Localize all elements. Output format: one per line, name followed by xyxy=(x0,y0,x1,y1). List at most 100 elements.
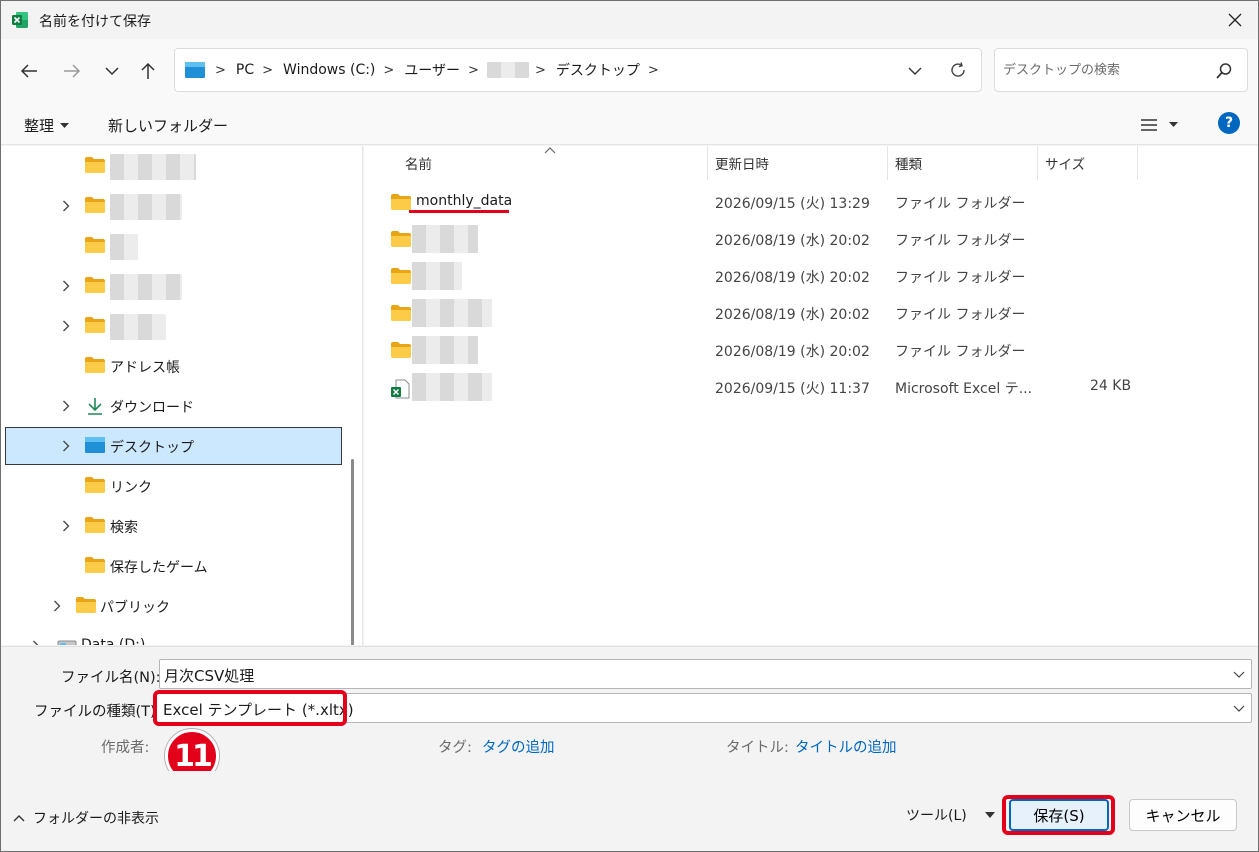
folder-icon xyxy=(85,237,105,253)
nav-tree-item[interactable]: Data (D:) xyxy=(1,626,346,645)
address-bar[interactable]: > PC > Windows (C:) > ユーザー > > デスクトップ > xyxy=(174,48,982,92)
chevron-down-icon[interactable] xyxy=(1233,703,1245,713)
recent-locations-button[interactable] xyxy=(98,57,126,85)
crumb-username-blurred[interactable] xyxy=(485,61,531,79)
close-button[interactable] xyxy=(1212,1,1258,39)
nav-tree-label: デスクトップ xyxy=(110,440,194,456)
nav-tree-item[interactable]: デスクトップ xyxy=(1,426,346,466)
search-input[interactable] xyxy=(1003,59,1203,81)
cancel-button[interactable]: キャンセル xyxy=(1129,799,1237,831)
column-divider[interactable] xyxy=(1037,146,1038,180)
author-label: 作成者: xyxy=(101,740,150,756)
folder-icon xyxy=(85,357,105,373)
folder-icon xyxy=(391,342,411,358)
chevron-right-icon[interactable]: > xyxy=(379,63,400,78)
filename-input[interactable] xyxy=(164,664,1164,686)
redacted-label xyxy=(110,234,138,260)
expand-chevron[interactable] xyxy=(59,199,73,213)
file-row[interactable]: 2026/08/19 (水) 20:02 ファイル フォルダー xyxy=(364,295,1258,332)
view-options-button[interactable] xyxy=(1141,113,1189,137)
search-icon[interactable] xyxy=(1215,62,1233,80)
nav-scrollbar[interactable] xyxy=(351,459,354,645)
nav-tree-label: アドレス帳 xyxy=(110,360,180,376)
window-title: 名前を付けて保存 xyxy=(39,14,151,30)
redacted-label xyxy=(110,274,182,300)
chevron-right-icon xyxy=(33,640,39,645)
navigation-pane[interactable]: アドレス帳ダウンロードデスクトップリンク検索保存したゲーム パブリック Data (… xyxy=(1,146,363,645)
expand-chevron[interactable] xyxy=(59,519,73,533)
folder-icon xyxy=(85,277,105,293)
crumb-windows-c[interactable]: Windows (C:) xyxy=(279,62,379,78)
redacted-file-name xyxy=(412,336,478,364)
organize-button[interactable]: 整理 xyxy=(24,115,70,136)
column-header-name[interactable]: 名前 xyxy=(405,146,432,180)
expand-chevron[interactable] xyxy=(59,279,73,293)
crumb-pc[interactable]: PC xyxy=(232,62,258,78)
nav-tree-item[interactable] xyxy=(1,186,346,226)
chevron-right-icon[interactable]: > xyxy=(464,63,485,78)
column-divider[interactable] xyxy=(1137,146,1138,180)
tags-label: タグ: xyxy=(438,740,472,756)
redacted-label xyxy=(110,194,182,220)
expand-chevron[interactable] xyxy=(59,439,73,453)
nav-tree-item[interactable] xyxy=(1,306,346,346)
help-button[interactable]: ? xyxy=(1218,112,1240,134)
filename-combobox[interactable] xyxy=(159,659,1252,689)
filetype-label: ファイルの種類(T): xyxy=(34,704,161,720)
refresh-button[interactable] xyxy=(945,57,971,83)
folder-icon xyxy=(391,268,411,284)
refresh-icon xyxy=(951,62,965,77)
folder-icon xyxy=(85,237,105,255)
column-header-type[interactable]: 種類 xyxy=(895,146,922,180)
expand-chevron[interactable] xyxy=(50,599,64,613)
crumb-desktop[interactable]: デスクトップ xyxy=(552,60,644,80)
nav-tree-item[interactable]: リンク xyxy=(1,466,346,506)
tools-button[interactable]: ツール(L) xyxy=(906,805,995,825)
nav-tree-item[interactable]: 検索 xyxy=(1,506,346,546)
file-row[interactable]: 2026/09/15 (火) 11:37 Microsoft Excel テ...… xyxy=(364,369,1258,406)
chevron-down-icon[interactable] xyxy=(1233,669,1245,679)
expand-chevron[interactable] xyxy=(59,319,73,333)
folder-icon xyxy=(391,194,411,212)
add-title-link[interactable]: タイトルの追加 xyxy=(795,736,897,757)
column-header-modified[interactable]: 更新日時 xyxy=(715,146,769,180)
nav-tree-label: 検索 xyxy=(110,520,138,536)
column-divider[interactable] xyxy=(887,146,888,180)
column-divider[interactable] xyxy=(707,146,708,180)
chevron-right-icon[interactable]: > xyxy=(644,63,665,78)
nav-tree-item[interactable]: ダウンロード xyxy=(1,386,346,426)
expand-chevron[interactable] xyxy=(59,399,73,413)
nav-tree-item[interactable]: 保存したゲーム xyxy=(1,546,346,586)
crumb-users[interactable]: ユーザー xyxy=(400,60,464,80)
nav-tree-item[interactable] xyxy=(1,146,346,186)
new-folder-button[interactable]: 新しいフォルダー xyxy=(108,115,228,136)
file-list[interactable]: 名前 更新日時 種類 サイズ monthly_data 2026/09/15 (火… xyxy=(364,146,1258,645)
nav-tree-item[interactable] xyxy=(1,226,346,266)
address-history-button[interactable] xyxy=(903,59,927,83)
nav-tree-item[interactable]: アドレス帳 xyxy=(1,346,346,386)
column-header-size[interactable]: サイズ xyxy=(1045,146,1085,180)
file-row[interactable]: 2026/08/19 (水) 20:02 ファイル フォルダー xyxy=(364,221,1258,258)
save-as-dialog: 名前を付けて保存 > PC > Windows (C:) > ユーザー > > … xyxy=(0,0,1259,852)
drive-icon xyxy=(57,637,77,645)
folder-icon xyxy=(85,277,105,295)
nav-tree-item[interactable]: パブリック xyxy=(1,586,346,626)
file-row[interactable]: 2026/08/19 (水) 20:02 ファイル フォルダー xyxy=(364,332,1258,369)
back-button[interactable] xyxy=(15,57,43,85)
add-tag-link[interactable]: タグの追加 xyxy=(482,736,555,757)
chevron-right-icon[interactable]: > xyxy=(258,63,279,78)
file-row[interactable]: monthly_data 2026/09/15 (火) 13:29 ファイル フォル… xyxy=(364,184,1258,221)
expand-chevron[interactable] xyxy=(29,639,43,645)
up-button[interactable] xyxy=(134,57,162,85)
search-box[interactable] xyxy=(994,48,1248,92)
file-row[interactable]: 2026/08/19 (水) 20:02 ファイル フォルダー xyxy=(364,258,1258,295)
hide-folders-toggle[interactable]: フォルダーの非表示 xyxy=(13,808,159,828)
chevron-right-icon[interactable]: > xyxy=(531,63,552,78)
folder-icon xyxy=(85,197,105,213)
forward-button[interactable] xyxy=(58,57,86,85)
nav-tree-item[interactable] xyxy=(1,266,346,306)
chevron-right-icon xyxy=(54,600,61,612)
folder-icon xyxy=(391,305,411,323)
highlight-underline xyxy=(409,210,509,213)
nav-tree-label: Data (D:) xyxy=(81,637,146,645)
